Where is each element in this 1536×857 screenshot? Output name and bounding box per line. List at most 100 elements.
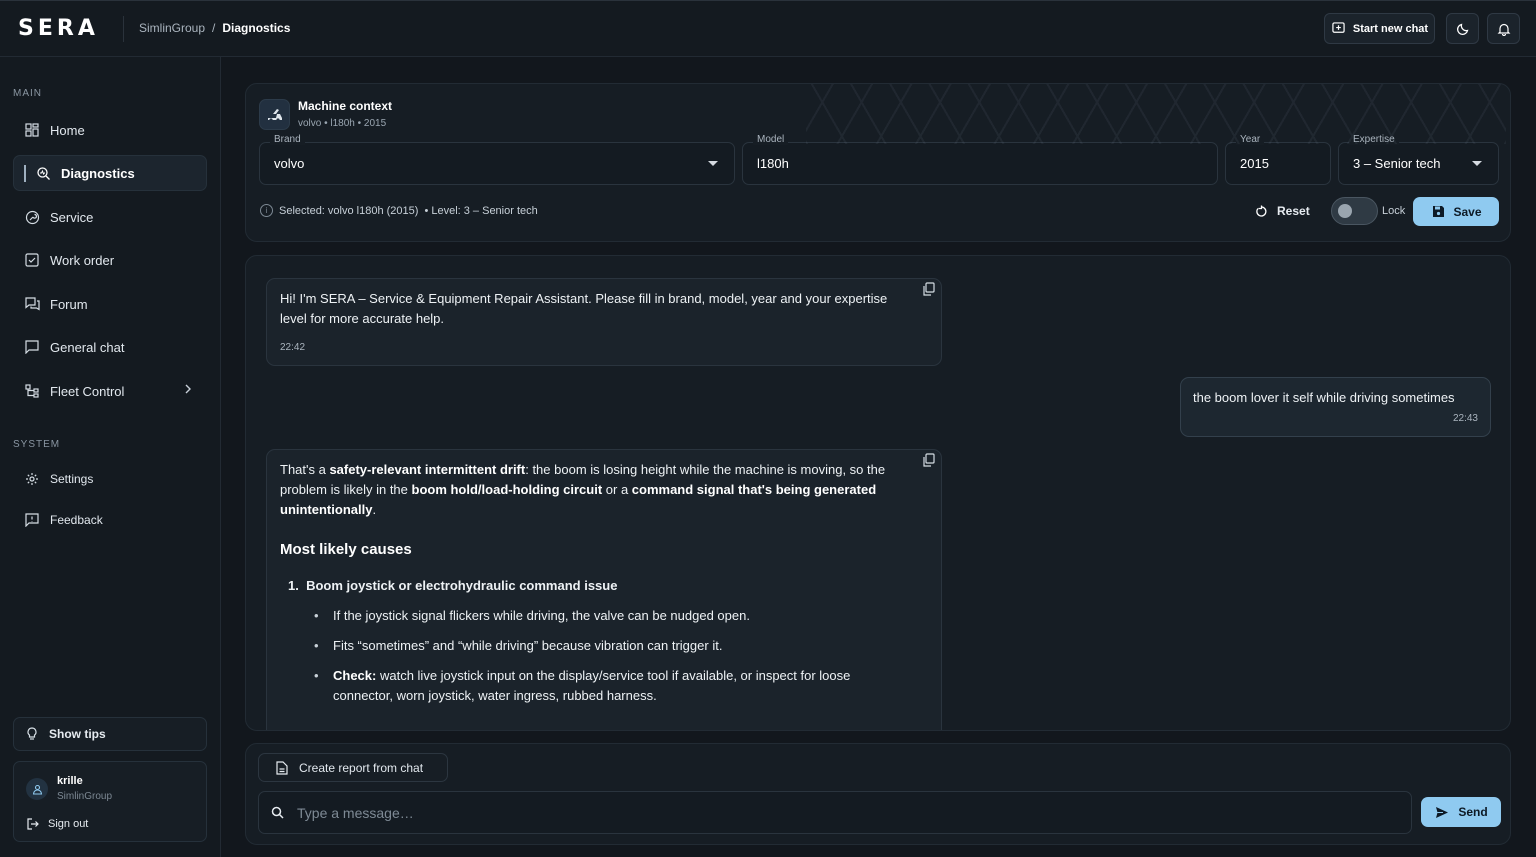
year-field[interactable]: Year 2015: [1225, 134, 1331, 185]
model-field[interactable]: Model l180h: [742, 134, 1218, 185]
start-new-chat-button[interactable]: Start new chat: [1324, 13, 1435, 44]
show-tips-label: Show tips: [49, 727, 106, 741]
save-label: Save: [1453, 204, 1482, 219]
sidebar-item-home[interactable]: Home: [13, 112, 207, 148]
moon-icon: [1455, 21, 1471, 37]
brand-label: Brand: [270, 134, 305, 145]
bullet-item: Fits “sometimes” and “while driving” bec…: [314, 636, 900, 656]
sign-out-button[interactable]: Sign out: [25, 816, 88, 832]
message-time: 22:43: [1452, 413, 1478, 424]
save-icon: [1430, 204, 1446, 220]
copy-icon[interactable]: [922, 453, 935, 470]
feedback-icon: [24, 512, 40, 528]
checkbox-icon: [24, 252, 40, 268]
theme-toggle-button[interactable]: [1446, 13, 1479, 44]
reset-button[interactable]: Reset: [1253, 203, 1310, 219]
message-text: Hi! I'm SERA – Service & Equipment Repai…: [280, 291, 888, 326]
main-section-label: MAIN: [13, 88, 42, 99]
section-heading: Most likely causes: [280, 541, 412, 558]
chevron-down-icon: [1472, 161, 1482, 166]
sidebar-item-fleet-control[interactable]: Fleet Control: [13, 373, 207, 409]
toggle-knob: [1338, 204, 1352, 218]
bullet-item: Check: watch live joystick input on the …: [314, 666, 900, 706]
user-message: the boom lover it self while driving som…: [1180, 377, 1491, 437]
reset-label: Reset: [1277, 204, 1310, 218]
model-label: Model: [753, 134, 789, 145]
brand-select[interactable]: Brand volvo: [259, 134, 735, 185]
composer: Create report from chat Send: [245, 743, 1511, 845]
top-bar: SERA SimlinGroup / Diagnostics Start new…: [0, 0, 1536, 57]
selected-text: Selected: volvo l180h (2015): [279, 204, 419, 217]
sidebar-item-label: General chat: [50, 339, 125, 355]
wrench-circle-icon: [24, 209, 40, 225]
user-org: SimlinGroup: [57, 791, 113, 802]
sidebar-item-service[interactable]: Service: [13, 199, 207, 235]
document-icon: [274, 760, 290, 776]
show-tips-button[interactable]: Show tips: [13, 717, 207, 751]
user-card: krille SimlinGroup Sign out: [13, 761, 207, 842]
selection-summary: i Selected: volvo l180h (2015) • Level: …: [260, 204, 538, 217]
lightbulb-icon: [24, 726, 40, 742]
breadcrumb-group[interactable]: SimlinGroup: [139, 21, 205, 35]
grid-icon: [24, 122, 40, 138]
lock-toggle[interactable]: [1331, 197, 1378, 225]
save-button[interactable]: Save: [1413, 197, 1499, 226]
new-chat-icon: [1331, 21, 1347, 37]
user-name: krille: [57, 775, 83, 787]
breadcrumb-current: Diagnostics: [222, 21, 291, 35]
sera-logo[interactable]: SERA: [18, 16, 99, 41]
year-value: 2015: [1240, 156, 1269, 171]
breadcrumb-separator: /: [212, 21, 216, 35]
sidebar-item-label: Feedback: [50, 513, 103, 527]
sidebar-item-feedback[interactable]: Feedback: [13, 502, 207, 538]
search-icon: [269, 805, 285, 821]
sidebar-item-label: Forum: [50, 296, 88, 312]
sidebar-item-settings[interactable]: Settings: [13, 461, 207, 497]
message-input[interactable]: [297, 804, 1397, 821]
assistant-message: Hi! I'm SERA – Service & Equipment Repai…: [266, 278, 942, 366]
chevron-right-icon[interactable]: [183, 383, 193, 398]
sidebar-item-label: Service: [50, 209, 94, 225]
create-report-label: Create report from chat: [299, 760, 424, 775]
sidebar-item-label: Diagnostics: [61, 165, 135, 181]
sidebar-item-label: Work order: [50, 252, 115, 268]
model-value: l180h: [757, 156, 789, 171]
notifications-button[interactable]: [1487, 13, 1520, 44]
message-text: the boom lover it self while driving som…: [1193, 390, 1455, 405]
assistant-message: That's a safety-relevant intermittent dr…: [266, 449, 942, 730]
intro-paragraph: That's a safety-relevant intermittent dr…: [280, 462, 886, 517]
sign-out-label: Sign out: [48, 818, 89, 830]
machine-icon: [259, 99, 290, 130]
sidebar-item-label: Fleet Control: [50, 383, 125, 399]
info-icon: i: [260, 204, 273, 217]
level-text: • Level: 3 – Senior tech: [424, 204, 538, 217]
sidebar-item-general-chat[interactable]: General chat: [13, 329, 207, 365]
forum-icon: [24, 296, 40, 312]
message-time: 22:42: [280, 342, 306, 353]
machine-context-panel: Machine context volvo • l180h • 2015 Bra…: [245, 83, 1511, 242]
sidebar-item-work-order[interactable]: Work order: [13, 242, 207, 278]
expertise-select[interactable]: Expertise 3 – Senior tech: [1338, 134, 1499, 185]
chevron-down-icon: [708, 161, 718, 166]
sidebar-item-diagnostics[interactable]: Diagnostics: [13, 155, 207, 191]
machine-context-subtitle: volvo • l180h • 2015: [298, 118, 387, 129]
start-new-chat-label: Start new chat: [1352, 22, 1429, 35]
expertise-value: 3 – Senior tech: [1353, 156, 1441, 171]
reset-icon: [1253, 203, 1269, 219]
lock-label: Lock: [1382, 205, 1406, 217]
sidebar: MAIN Home Diagnostics Service Work order…: [0, 57, 221, 857]
machine-context-title: Machine context: [298, 99, 393, 113]
send-label: Send: [1458, 805, 1488, 819]
year-label: Year: [1236, 134, 1265, 145]
system-section-label: SYSTEM: [13, 439, 61, 450]
create-report-button[interactable]: Create report from chat: [258, 753, 448, 782]
avatar[interactable]: [26, 778, 48, 800]
chat-icon: [24, 339, 40, 355]
send-button[interactable]: Send: [1421, 797, 1501, 827]
message-body: That's a safety-relevant intermittent dr…: [280, 460, 900, 716]
chat-panel: Hi! I'm SERA – Service & Equipment Repai…: [245, 255, 1511, 731]
sidebar-item-forum[interactable]: Forum: [13, 286, 207, 322]
divider: [123, 16, 124, 42]
message-input-field[interactable]: [258, 791, 1412, 834]
copy-icon[interactable]: [922, 282, 935, 299]
